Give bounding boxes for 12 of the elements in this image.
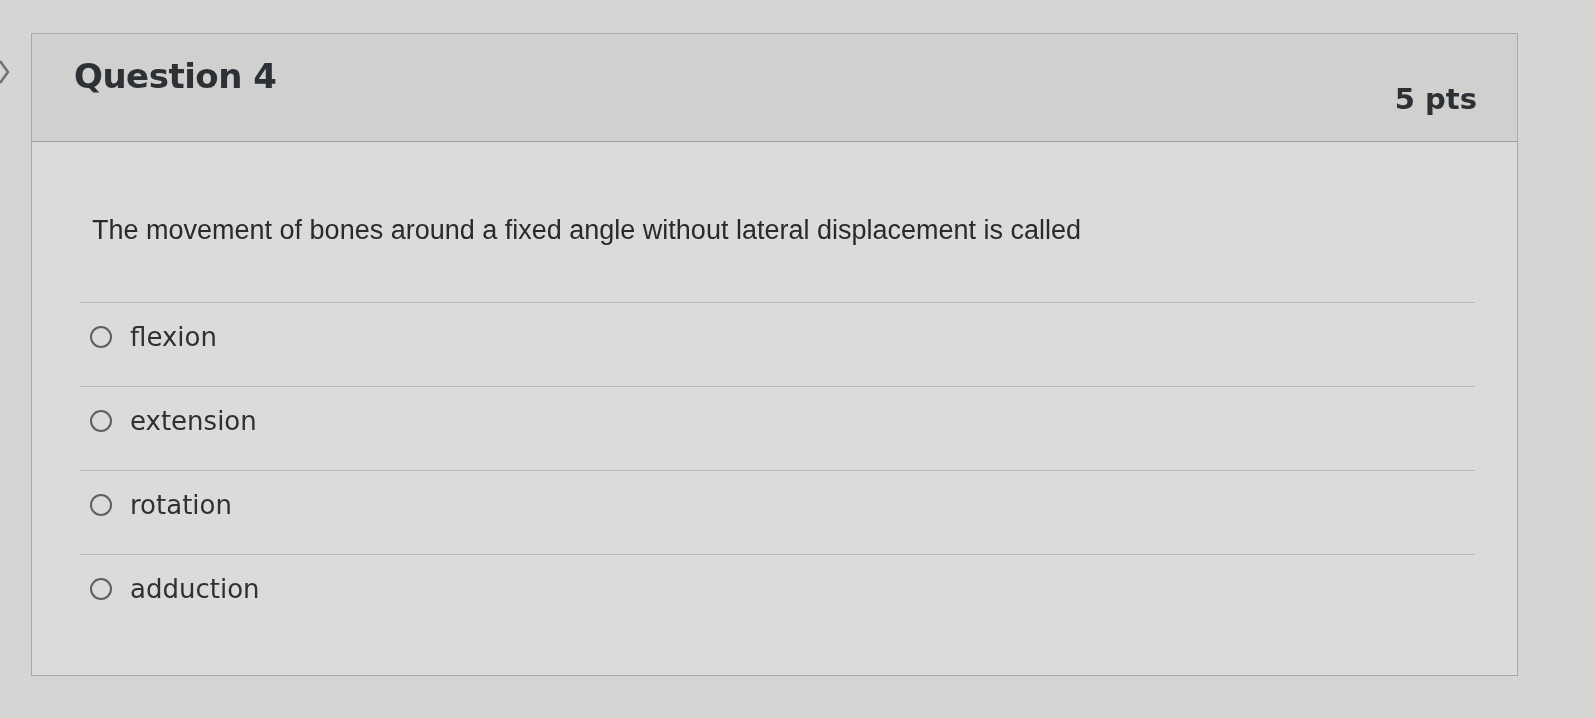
question-title: Question 4 <box>74 56 277 96</box>
question-text: The movement of bones around a fixed angle without lateral displacement is called <box>92 214 1083 247</box>
answer-option[interactable]: flexion <box>130 321 217 352</box>
answer-option[interactable]: rotation <box>130 489 232 520</box>
points-label: 5 pts <box>1394 82 1477 116</box>
radio-button[interactable] <box>90 325 112 348</box>
radio-button[interactable] <box>90 409 112 432</box>
radio-button[interactable] <box>90 493 112 516</box>
answer-option[interactable]: extension <box>130 405 257 436</box>
chevron-icon[interactable] <box>0 59 10 85</box>
answer-option[interactable]: adduction <box>130 573 260 604</box>
radio-button[interactable] <box>90 577 112 600</box>
